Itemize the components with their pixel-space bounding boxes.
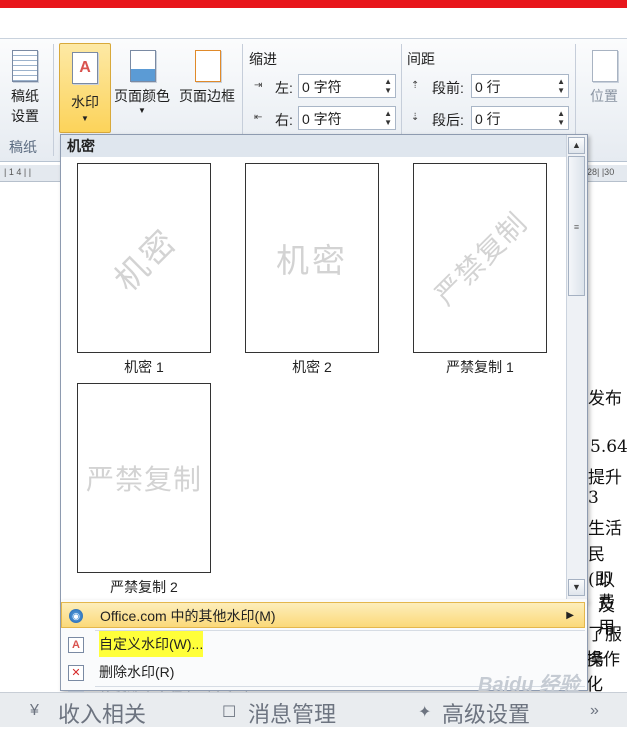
watermark-preview-text: 机密 [106, 220, 186, 300]
office-globe-icon: ◉ [69, 609, 83, 623]
ribbon-separator [53, 44, 54, 156]
manuscript-settings-button[interactable]: 稿纸 设置 [2, 46, 48, 126]
spacing-before-input[interactable]: 0 行 ▲ ▼ [471, 74, 569, 98]
gallery-section-header: 机密 [61, 135, 566, 157]
indent-right-label: 右: [275, 112, 293, 128]
indent-left-input[interactable]: 0 字符 ▲ ▼ [298, 74, 396, 98]
indent-right-icon: ⇤ [254, 112, 263, 123]
paint-bucket-icon [130, 50, 156, 82]
spacing-after-input[interactable]: 0 行 ▲ ▼ [471, 106, 569, 130]
custom-watermark-item[interactable]: A 自定义水印(W)... [61, 631, 585, 657]
submenu-arrow-icon: ▶ [566, 610, 574, 621]
gallery-scrollbar[interactable]: ▲ ≡ ▼ [566, 135, 587, 599]
menu-item-label: Office.com 中的其他水印(M) [100, 608, 276, 624]
indent-left-icon: ⇥ [254, 80, 263, 91]
watermark-caption: 机密 2 [292, 359, 332, 375]
watermark-preview-text: 机密 [276, 241, 348, 280]
page-color-button[interactable]: 页面颜色 ▼ [110, 46, 174, 116]
watermark-caption: 严禁复制 1 [446, 359, 514, 375]
spacing-after-label: 段后: [432, 112, 464, 128]
toolbar-item-advanced[interactable]: 高级设置 [442, 697, 530, 729]
indent-right-value: 0 字符 [302, 111, 342, 127]
doc-text-line: 操作化 [586, 650, 620, 695]
baidu-jingyan-watermark: Baidu 经验 [478, 674, 580, 696]
doc-text-line: 5.64 [590, 437, 627, 457]
spacing-before-value: 0 行 [475, 79, 501, 95]
spacing-after-value: 0 行 [475, 111, 501, 127]
indent-right-input[interactable]: 0 字符 ▲ ▼ [298, 106, 396, 130]
spinner-arrows-icon[interactable]: ▲ ▼ [384, 77, 392, 95]
menu-item-label: 自定义水印(W)... [99, 631, 204, 657]
position-label: 位置 [590, 88, 618, 104]
bottom-toolbar: ¥ 收入相关 ☐ 消息管理 ✦ 高级设置 » [0, 692, 627, 727]
message-icon: ☐ [222, 704, 237, 721]
position-button[interactable]: 位置 [582, 46, 626, 106]
spacing-after-icon: ⇣ [411, 112, 420, 123]
doc-text-line: 提升 3 [588, 468, 622, 508]
watermark-caption: 严禁复制 2 [110, 579, 178, 595]
menu-item-label: 删除水印(R) [99, 664, 175, 680]
remove-watermark-icon: ✕ [68, 665, 84, 681]
page-color-label: 页面颜色 [114, 88, 170, 104]
spacing-before-label: 段前: [432, 80, 464, 96]
watermark-button[interactable]: A 水印 ▼ [59, 43, 111, 133]
currency-icon: ¥ [30, 702, 39, 719]
toolbar-item-income[interactable]: 收入相关 [58, 697, 146, 729]
ruler-right-marks: 28| |30 [587, 167, 615, 177]
watermark-option-confidential-1[interactable]: 机密 [77, 163, 211, 353]
office-more-watermarks-item[interactable]: ◉ Office.com 中的其他水印(M) ▶ [61, 602, 585, 628]
indent-group-label: 缩进 [249, 51, 277, 67]
chevron-down-icon: ▼ [138, 106, 146, 115]
manuscript-grid-icon [12, 50, 38, 82]
watermark-option-no-copy-2[interactable]: 严禁复制 [77, 383, 211, 573]
spacing-before-icon: ⇡ [411, 80, 420, 91]
spacing-group-label: 间距 [407, 51, 435, 67]
spinner-arrows-icon[interactable]: ▲ ▼ [384, 109, 392, 127]
spinner-arrows-icon[interactable]: ▲ ▼ [557, 109, 565, 127]
scroll-thumb[interactable]: ≡ [568, 156, 585, 296]
watermark-option-no-copy-1[interactable]: 严禁复制 [413, 163, 547, 353]
indent-left-label: 左: [275, 80, 293, 96]
scroll-down-icon[interactable]: ▼ [568, 579, 585, 596]
scroll-up-icon[interactable]: ▲ [568, 137, 585, 154]
double-chevron-icon[interactable]: » [590, 702, 599, 720]
spinner-arrows-icon[interactable]: ▲ ▼ [557, 77, 565, 95]
group-label-manuscript: 稿纸 [9, 139, 37, 155]
chevron-down-icon: ▼ [81, 114, 89, 123]
manuscript-label-2: 设置 [11, 108, 39, 124]
page-border-button[interactable]: 页面边框 [175, 46, 239, 106]
manuscript-label-1: 稿纸 [11, 88, 39, 104]
watermark-icon: A [72, 52, 98, 84]
page-border-icon [195, 50, 221, 82]
custom-watermark-icon: A [68, 637, 84, 653]
ruler-left-marks: | 1 4 | | [4, 167, 32, 177]
page-border-label: 页面边框 [179, 88, 235, 104]
watermark-option-confidential-2[interactable]: 机密 [245, 163, 379, 353]
indent-left-value: 0 字符 [302, 79, 342, 95]
doc-text-line: 发布 [588, 389, 622, 409]
watermark-caption: 机密 1 [124, 359, 164, 375]
watermark-preview-text: 严禁复制 [85, 463, 203, 496]
settings-icon: ✦ [418, 704, 432, 721]
title-accent-bar [0, 0, 627, 8]
toolbar-item-messages[interactable]: 消息管理 [248, 697, 336, 729]
position-icon [592, 50, 618, 82]
watermark-label: 水印 [71, 94, 99, 110]
watermark-preview-text: 严禁复制 [428, 206, 534, 312]
doc-text-line: 生活 [588, 519, 622, 539]
